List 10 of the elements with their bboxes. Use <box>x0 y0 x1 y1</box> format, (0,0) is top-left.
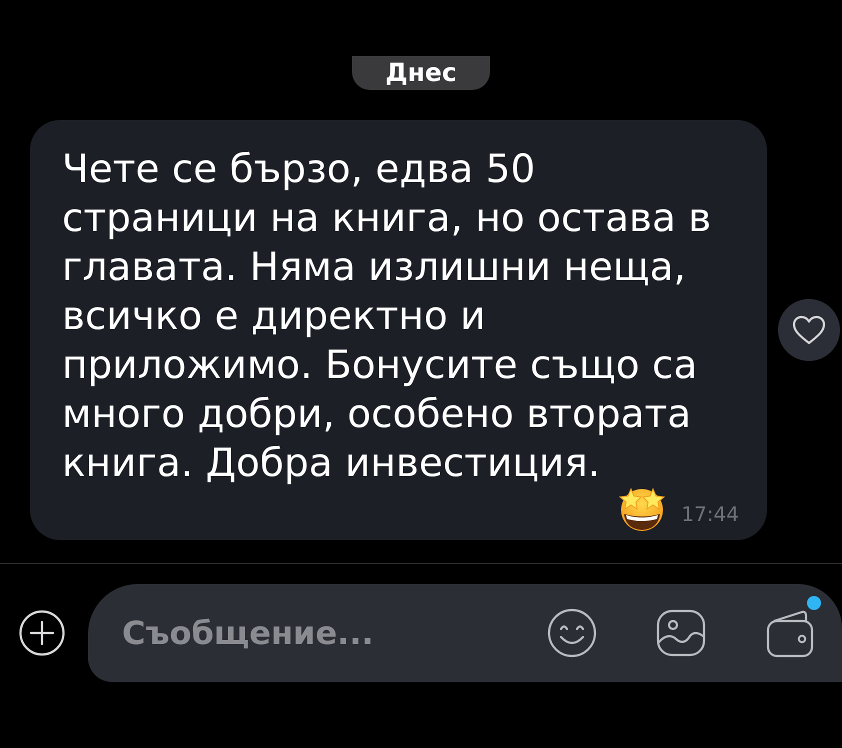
heart-icon <box>792 315 826 345</box>
star-eyes-face-icon <box>618 486 666 532</box>
message-text: Чете се бързо, едва 50 страници на книга, но остава в главата. Няма излишни неща, всичко е директно и приложимо. Бонусите също са много добри, особено втората книга. Добра инвестиция. <box>62 146 712 488</box>
smiley-icon[interactable] <box>547 608 597 658</box>
date-separator: Днес <box>352 56 490 90</box>
message-field[interactable]: Съобщение... <box>122 611 518 655</box>
wallet-icon[interactable] <box>765 608 815 658</box>
message-time: 17:44 <box>681 502 739 526</box>
plus-icon[interactable] <box>19 610 65 656</box>
image-icon[interactable] <box>656 608 706 658</box>
